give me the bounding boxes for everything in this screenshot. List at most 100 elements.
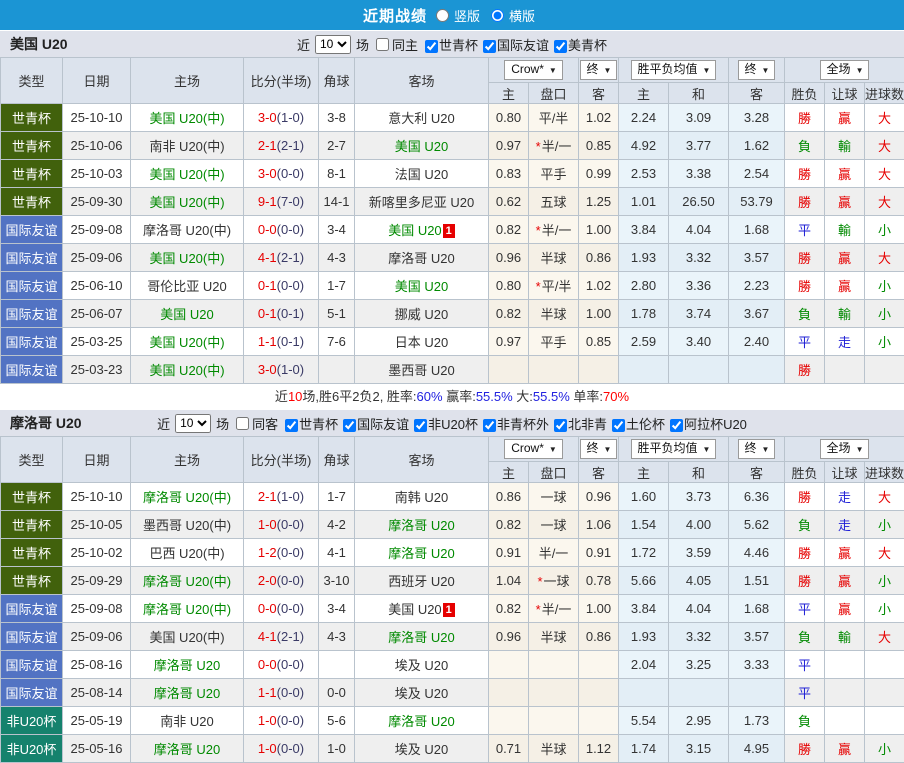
home-team-link[interactable]: 摩洛哥 U20(中) bbox=[143, 223, 231, 238]
score-cell: 4-1(2-1) bbox=[244, 244, 319, 272]
away-team-link[interactable]: 美国 U20 bbox=[395, 279, 448, 294]
avg-away-cell: 2.54 bbox=[729, 160, 785, 188]
league-checkbox[interactable] bbox=[483, 40, 496, 53]
home-team-link[interactable]: 美国 U20(中) bbox=[149, 195, 224, 210]
away-team-link[interactable]: 西班牙 U20 bbox=[388, 574, 454, 589]
home-team-link[interactable]: 摩洛哥 U20 bbox=[154, 658, 220, 673]
league-checkbox[interactable] bbox=[414, 419, 427, 432]
avg-home-cell: 5.54 bbox=[619, 707, 669, 735]
league-checkbox[interactable] bbox=[285, 419, 298, 432]
home-team-link[interactable]: 墨西哥 U20(中) bbox=[143, 518, 231, 533]
result-cell: 勝 bbox=[785, 272, 825, 300]
home-team-link[interactable]: 美国 U20(中) bbox=[149, 630, 224, 645]
avg-odds-dropdown[interactable]: 胜平负均值 bbox=[631, 60, 717, 80]
handicap-star: * bbox=[536, 602, 541, 617]
result-cell: 負 bbox=[785, 300, 825, 328]
away-team-link[interactable]: 摩洛哥 U20 bbox=[388, 251, 454, 266]
away-team-link[interactable]: 墨西哥 U20 bbox=[388, 363, 454, 378]
away-team-link[interactable]: 摩洛哥 U20 bbox=[388, 546, 454, 561]
away-team-link[interactable]: 美国 U20 bbox=[388, 223, 441, 238]
result-cell: 負 bbox=[785, 707, 825, 735]
home-team-link[interactable]: 摩洛哥 U20 bbox=[154, 742, 220, 757]
corner-cell: 4-1 bbox=[319, 539, 355, 567]
league-checkbox[interactable] bbox=[554, 40, 567, 53]
away-team-link[interactable]: 摩洛哥 U20 bbox=[388, 630, 454, 645]
home-team-link[interactable]: 美国 U20(中) bbox=[149, 335, 224, 350]
league-checkbox[interactable] bbox=[670, 419, 683, 432]
odds-company-dropdown[interactable]: Crow* bbox=[504, 439, 563, 459]
scope-dropdown[interactable]: 全场 bbox=[820, 439, 870, 459]
away-team-link[interactable]: 日本 U20 bbox=[395, 335, 448, 350]
league-checkbox[interactable] bbox=[612, 419, 625, 432]
match-type-cell: 世青杯 bbox=[1, 160, 63, 188]
recent-count-select[interactable]: 10 bbox=[175, 414, 211, 433]
recent-count-select[interactable]: 10 bbox=[315, 35, 351, 54]
handicap-label: 半球 bbox=[540, 630, 566, 645]
away-team-cell: 摩洛哥 U20 bbox=[355, 707, 489, 735]
home-team-link[interactable]: 摩洛哥 U20(中) bbox=[143, 602, 231, 617]
odds-company-dropdown[interactable]: Crow* bbox=[504, 60, 563, 80]
away-team-link[interactable]: 南韩 U20 bbox=[395, 490, 448, 505]
layout-radio-vertical-label[interactable]: 竖版 bbox=[454, 6, 480, 25]
score-cell: 0-0(0-0) bbox=[244, 216, 319, 244]
handicap-label: 平手 bbox=[540, 167, 566, 182]
league-checkbox[interactable] bbox=[425, 40, 438, 53]
match-type-cell: 国际友谊 bbox=[1, 244, 63, 272]
league-filter-group: 世青杯国际友谊非U20杯非青杯外北非青土伦杯阿拉杯U20 bbox=[280, 414, 747, 433]
home-team-link[interactable]: 美国 U20(中) bbox=[149, 167, 224, 182]
away-team-link[interactable]: 埃及 U20 bbox=[395, 742, 448, 757]
home-team-link[interactable]: 美国 U20(中) bbox=[149, 363, 224, 378]
away-team-link[interactable]: 新喀里多尼亚 U20 bbox=[369, 195, 474, 210]
home-team-link[interactable]: 哥伦比亚 U20 bbox=[147, 279, 226, 294]
corner-cell: 1-7 bbox=[319, 483, 355, 511]
league-checkbox[interactable] bbox=[483, 419, 496, 432]
home-team-link[interactable]: 摩洛哥 U20(中) bbox=[143, 490, 231, 505]
home-team-link[interactable]: 巴西 U20(中) bbox=[149, 546, 224, 561]
same-venue-checkbox[interactable] bbox=[236, 417, 249, 430]
final-odds-dropdown[interactable]: 终 bbox=[580, 60, 618, 80]
home-team-link[interactable]: 美国 U20 bbox=[160, 307, 213, 322]
table-row: 世青杯25-10-05墨西哥 U20(中)1-0(0-0)4-2摩洛哥 U200… bbox=[1, 511, 904, 539]
date-cell: 25-10-05 bbox=[63, 511, 131, 539]
home-team-link[interactable]: 摩洛哥 U20 bbox=[154, 686, 220, 701]
handicap-label: 五球 bbox=[540, 195, 566, 210]
avg-draw-cell: 4.05 bbox=[669, 567, 729, 595]
home-team-cell: 美国 U20(中) bbox=[131, 356, 244, 384]
same-venue-checkbox[interactable] bbox=[376, 38, 389, 51]
away-team-link[interactable]: 摩洛哥 U20 bbox=[388, 518, 454, 533]
home-team-link[interactable]: 南非 U20(中) bbox=[149, 139, 224, 154]
league-checkbox[interactable] bbox=[554, 419, 567, 432]
avg-home-cell: 1.72 bbox=[619, 539, 669, 567]
avg-odds-dropdown[interactable]: 胜平负均值 bbox=[631, 439, 717, 459]
away-team-link[interactable]: 美国 U20 bbox=[388, 602, 441, 617]
away-team-link[interactable]: 美国 U20 bbox=[395, 139, 448, 154]
layout-radio-vertical[interactable] bbox=[436, 9, 449, 22]
final-avg-dropdown[interactable]: 终 bbox=[738, 439, 776, 459]
match-type-cell: 世青杯 bbox=[1, 483, 63, 511]
away-team-link[interactable]: 法国 U20 bbox=[395, 167, 448, 182]
result-cell: 平 bbox=[785, 595, 825, 623]
layout-radio-horizontal-label[interactable]: 横版 bbox=[509, 6, 535, 25]
odds-away-cell: 0.85 bbox=[579, 132, 619, 160]
section-team-title: 美国 U20 bbox=[10, 34, 68, 54]
final-avg-dropdown[interactable]: 终 bbox=[738, 60, 776, 80]
away-team-link[interactable]: 意大利 U20 bbox=[388, 111, 454, 126]
away-team-link[interactable]: 挪威 U20 bbox=[395, 307, 448, 322]
home-team-link[interactable]: 摩洛哥 U20(中) bbox=[143, 574, 231, 589]
final-odds-dropdown[interactable]: 终 bbox=[580, 439, 618, 459]
layout-radio-horizontal[interactable] bbox=[491, 9, 504, 22]
home-team-link[interactable]: 美国 U20(中) bbox=[149, 251, 224, 266]
away-team-link[interactable]: 摩洛哥 U20 bbox=[388, 714, 454, 729]
home-team-cell: 美国 U20(中) bbox=[131, 623, 244, 651]
away-team-link[interactable]: 埃及 U20 bbox=[395, 658, 448, 673]
away-team-link[interactable]: 埃及 U20 bbox=[395, 686, 448, 701]
home-team-cell: 南非 U20 bbox=[131, 707, 244, 735]
corner-cell bbox=[319, 651, 355, 679]
handicap-result-cell: 贏 bbox=[825, 567, 865, 595]
match-type-cell: 国际友谊 bbox=[1, 272, 63, 300]
results-table-usa: 类型 日期 主场 比分(半场) 角球 客场 Crow* 终 胜平负均值 终 全场… bbox=[0, 57, 904, 384]
home-team-link[interactable]: 南非 U20 bbox=[160, 714, 213, 729]
scope-dropdown[interactable]: 全场 bbox=[820, 60, 870, 80]
home-team-link[interactable]: 美国 U20(中) bbox=[149, 111, 224, 126]
league-checkbox[interactable] bbox=[343, 419, 356, 432]
